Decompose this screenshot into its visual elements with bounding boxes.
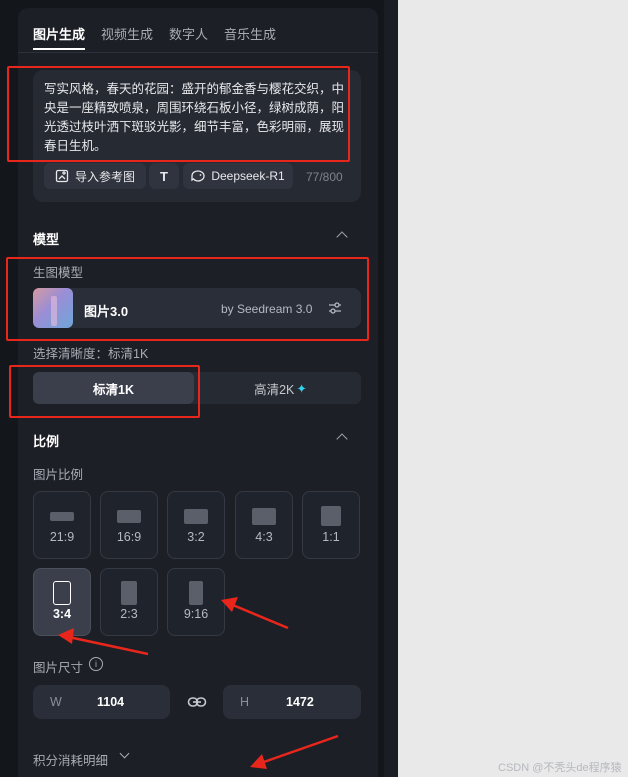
import-reference-label: 导入参考图 xyxy=(74,169,135,184)
quality-option-1k[interactable]: 标清1K xyxy=(33,372,194,404)
ratio-9-16-shape-icon xyxy=(189,581,203,605)
ratio-3-2-shape-icon xyxy=(184,509,208,524)
ratio-option-1-1[interactable]: 1:1 xyxy=(302,491,360,559)
model-thumbnail xyxy=(33,288,73,328)
ratio-label: 1:1 xyxy=(322,530,340,544)
deepseek-model-label: Deepseek-R1 xyxy=(211,169,285,183)
quality-label: 选择清晰度：标清1K xyxy=(33,347,149,361)
image-import-icon xyxy=(55,169,69,183)
tab-digital-human[interactable]: 数字人 xyxy=(169,24,208,43)
tabs-divider xyxy=(18,52,378,53)
ratio-option-3-4[interactable]: 3:4 xyxy=(33,568,91,636)
char-counter: 77/800 xyxy=(306,170,343,184)
ratio-label: 21:9 xyxy=(49,530,75,544)
image-model-label: 生图模型 xyxy=(33,266,84,280)
text-style-button[interactable]: T xyxy=(149,163,179,189)
ratio-16-9-shape-icon xyxy=(117,510,141,523)
canvas-edge xyxy=(384,0,398,777)
ratio-label: 16:9 xyxy=(116,530,142,544)
model-section-title: 模型 xyxy=(33,232,60,247)
import-reference-button[interactable]: 导入参考图 xyxy=(44,163,146,189)
model-provider: by Seedream 3.0 xyxy=(221,302,313,316)
image-ratio-label: 图片比例 xyxy=(33,468,84,482)
width-letter: W xyxy=(50,695,62,709)
ratio-3-4-shape-icon xyxy=(53,581,71,605)
ratio-option-3-2[interactable]: 3:2 xyxy=(167,491,225,559)
model-name: 图片3.0 xyxy=(84,304,129,319)
tab-image-generation[interactable]: 图片生成 xyxy=(33,24,85,43)
prompt-input[interactable]: 写实风格，春天的花园：盛开的郁金香与樱花交织，中央是一座精致喷泉，周围环绕石板小… xyxy=(44,80,352,152)
quality-2k-label: 高清2K xyxy=(254,382,295,397)
info-icon[interactable]: i xyxy=(89,657,103,671)
active-tab-indicator xyxy=(33,48,85,50)
tab-video-generation[interactable]: 视频生成 xyxy=(101,24,153,43)
text-format-icon: T xyxy=(160,168,168,184)
ratio-option-9-16[interactable]: 9:16 xyxy=(167,568,225,636)
whale-icon xyxy=(191,170,205,182)
ratio-section-title: 比例 xyxy=(33,434,60,449)
ratio-option-16-9[interactable]: 16:9 xyxy=(100,491,158,559)
quality-1k-label: 标清1K xyxy=(93,382,134,397)
ratio-1-1-shape-icon xyxy=(321,506,341,526)
ratio-2-3-shape-icon xyxy=(121,581,137,605)
ratio-label: 4:3 xyxy=(255,530,273,544)
credits-detail-toggle[interactable]: 积分消耗明细 xyxy=(33,750,108,769)
ratio-label: 3:2 xyxy=(187,530,205,544)
watermark: CSDN @不秃头de程序猿 xyxy=(498,762,622,774)
ratio-option-4-3[interactable]: 4:3 xyxy=(235,491,293,559)
quality-option-2k[interactable]: 高清2K ✦ xyxy=(200,372,361,404)
width-value: 1104 xyxy=(97,695,125,709)
model-settings-sliders-icon[interactable] xyxy=(327,300,343,316)
ratio-label: 2:3 xyxy=(120,607,138,621)
ratio-label: 3:4 xyxy=(52,607,72,621)
ratio-label: 9:16 xyxy=(183,607,209,621)
ratio-option-2-3[interactable]: 2:3 xyxy=(100,568,158,636)
height-value: 1472 xyxy=(286,695,314,709)
sparkle-icon: ✦ xyxy=(296,381,307,396)
image-size-label: 图片尺寸 xyxy=(33,661,84,675)
ratio-4-3-shape-icon xyxy=(252,508,276,525)
ratio-option-21-9[interactable]: 21:9 xyxy=(33,491,91,559)
link-aspect-icon[interactable] xyxy=(187,694,207,710)
height-letter: H xyxy=(240,695,250,709)
ratio-21-9-shape-icon xyxy=(50,512,74,521)
tab-music-generation[interactable]: 音乐生成 xyxy=(224,24,276,43)
deepseek-model-button[interactable]: Deepseek-R1 xyxy=(183,163,293,189)
